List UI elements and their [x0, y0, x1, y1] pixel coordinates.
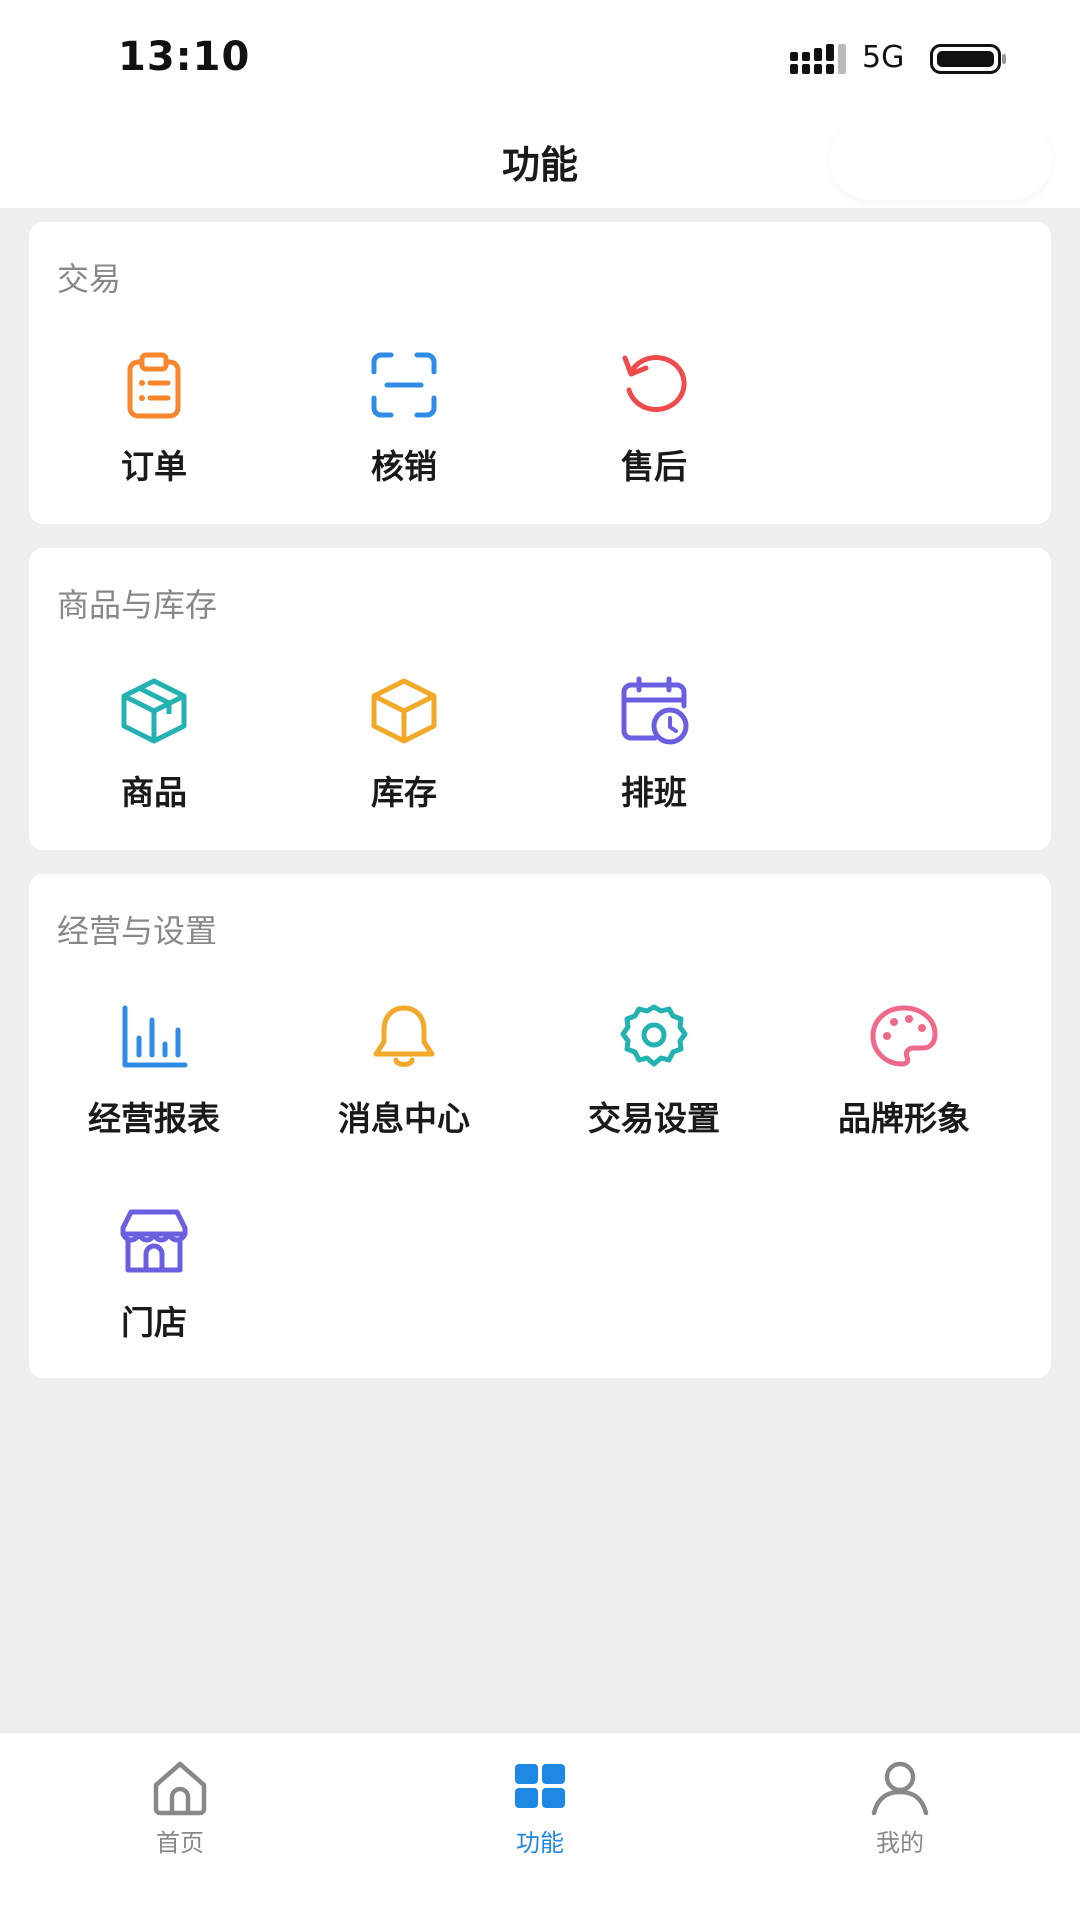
- menu-item-label: 品牌形象: [838, 1099, 970, 1138]
- battery-icon: [930, 44, 1006, 74]
- menu-item-store[interactable]: 门店: [29, 1206, 279, 1366]
- menu-item-label: 消息中心: [338, 1099, 470, 1138]
- status-bar: 13:10 5G: [0, 0, 1080, 110]
- menu-item-inventory[interactable]: 库存: [279, 676, 529, 836]
- box-icon: [121, 678, 187, 744]
- grid-icon: [515, 1764, 565, 1808]
- status-time: 13:10: [118, 34, 251, 80]
- user-icon: [871, 1761, 929, 1816]
- network-type: 5G: [862, 40, 905, 75]
- scan-icon: [371, 352, 437, 418]
- clipboard-icon: [127, 352, 181, 419]
- menu-item-label: 库存: [371, 773, 437, 812]
- section-trade: 交易 订单 核销 售后: [29, 222, 1051, 524]
- menu-item-label: 核销: [371, 447, 437, 486]
- tab-label: 首页: [156, 1829, 204, 1857]
- calendar-clock-icon: [621, 676, 689, 745]
- menu-item-label: 排班: [621, 773, 687, 812]
- mini-program-capsule[interactable]: [830, 118, 1052, 200]
- menu-item-label: 门店: [121, 1303, 187, 1342]
- bell-icon: [373, 1005, 435, 1067]
- menu-item-order[interactable]: 订单: [29, 350, 279, 510]
- section-title: 商品与库存: [57, 586, 218, 624]
- section-operations-settings: 经营与设置 经营报表 消息中心 交易设置 品牌形象 门店: [29, 874, 1051, 1378]
- section-goods-inventory: 商品与库存 商品 库存 排班: [29, 548, 1051, 850]
- section-title: 经营与设置: [57, 912, 218, 950]
- nav-bar: 功能: [0, 110, 1080, 208]
- tab-label: 功能: [516, 1829, 564, 1857]
- menu-item-label: 售后: [621, 447, 687, 486]
- home-icon: [153, 1761, 207, 1816]
- cube-icon: [371, 678, 437, 744]
- tab-home[interactable]: 首页: [80, 1745, 280, 1857]
- tab-functions[interactable]: 功能: [440, 1745, 640, 1857]
- menu-item-business-report[interactable]: 经营报表: [29, 1002, 279, 1162]
- bottom-tab-bar: 首页 功能 我的: [0, 1732, 1080, 1921]
- undo-icon: [622, 355, 687, 412]
- menu-item-trade-settings[interactable]: 交易设置: [529, 1002, 779, 1162]
- section-title: 交易: [57, 260, 122, 298]
- gear-icon: [620, 1004, 688, 1067]
- palette-icon: [870, 1005, 938, 1067]
- menu-item-label: 商品: [121, 773, 187, 812]
- menu-item-after-sales[interactable]: 售后: [529, 350, 779, 510]
- menu-item-label: 交易设置: [588, 1099, 720, 1138]
- menu-item-label: 经营报表: [88, 1099, 220, 1138]
- menu-item-verify[interactable]: 核销: [279, 350, 529, 510]
- menu-item-goods[interactable]: 商品: [29, 676, 279, 836]
- tab-label: 我的: [876, 1829, 924, 1857]
- bar-chart-icon: [122, 1005, 188, 1068]
- menu-item-message-center[interactable]: 消息中心: [279, 1002, 529, 1162]
- tab-mine[interactable]: 我的: [800, 1745, 1000, 1857]
- signal-icon: [790, 44, 846, 74]
- menu-item-label: 订单: [121, 447, 187, 486]
- store-icon: [120, 1209, 188, 1273]
- menu-item-brand-image[interactable]: 品牌形象: [779, 1002, 1029, 1162]
- menu-item-schedule[interactable]: 排班: [529, 676, 779, 836]
